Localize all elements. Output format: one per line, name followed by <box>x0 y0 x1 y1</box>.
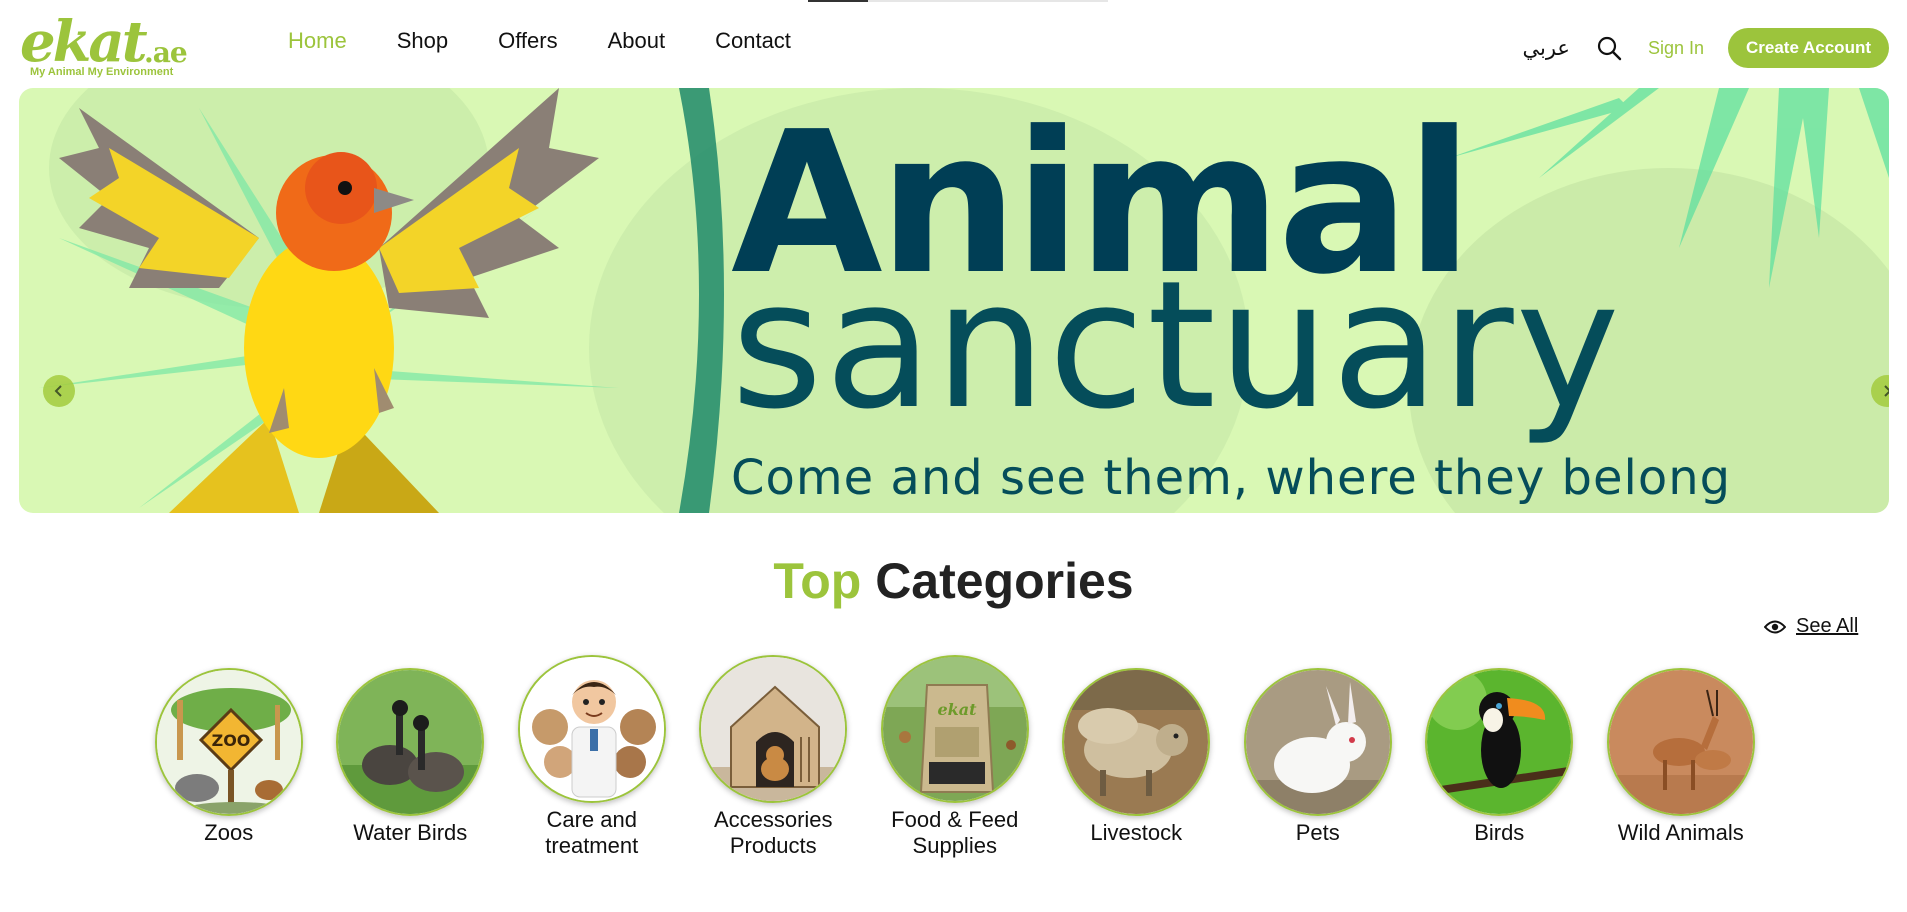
categories-heading-highlight: Top <box>773 553 862 609</box>
chevron-right-icon <box>1884 385 1889 397</box>
category-label: Wild Animals <box>1617 820 1744 845</box>
category-list: ZOO Zoos Water Birds Care and treatment … <box>138 655 1772 859</box>
ekat-logo[interactable]: ekat .ae My Animal My Environment <box>20 14 195 80</box>
nav-offers[interactable]: Offers <box>498 28 558 54</box>
chevron-left-icon <box>54 385 62 397</box>
see-all-label: See All <box>1796 615 1859 637</box>
category-item-care-and-treatment[interactable]: Care and treatment <box>501 655 683 859</box>
nav-shop[interactable]: Shop <box>397 28 448 54</box>
nav-home[interactable]: Home <box>288 28 347 54</box>
svg-text:ZOO: ZOO <box>211 731 250 750</box>
category-image-accessories <box>699 655 848 803</box>
category-item-birds[interactable]: Birds <box>1409 655 1591 859</box>
sign-in-link[interactable]: Sign In <box>1648 38 1704 59</box>
logo-suffix: .ae <box>144 36 188 69</box>
category-item-pets[interactable]: Pets <box>1227 655 1409 859</box>
category-image-food-feed: ekat <box>880 655 1029 803</box>
logo-tagline: My Animal My Environment <box>30 66 174 78</box>
category-image-livestock <box>1062 668 1211 816</box>
banner-subtitle: Come and see them, where they belong <box>731 450 1732 506</box>
language-toggle[interactable]: عربي <box>1522 36 1569 61</box>
category-image-birds <box>1425 668 1574 816</box>
category-item-livestock[interactable]: Livestock <box>1046 655 1228 859</box>
see-all-link[interactable]: See All <box>1764 615 1858 638</box>
category-label: Food & Feed Supplies <box>891 807 1019 858</box>
header-actions: عربي Sign In Create Account <box>1522 28 1889 68</box>
eye-icon <box>1764 620 1786 633</box>
category-image-water-birds <box>336 668 485 816</box>
category-image-care <box>517 655 666 803</box>
category-label: Livestock <box>1090 820 1183 845</box>
nav-about[interactable]: About <box>608 28 666 54</box>
category-image-zoos: ZOO <box>154 668 303 816</box>
categories-heading-rest: Categories <box>875 553 1134 609</box>
category-label: Pets <box>1295 820 1340 845</box>
category-image-wild-animals <box>1606 668 1755 816</box>
category-label: Zoos <box>204 820 254 845</box>
site-header: ekat .ae My Animal My Environment Home S… <box>0 0 1907 88</box>
category-label: Birds <box>1474 820 1525 845</box>
nav-contact[interactable]: Contact <box>715 28 791 54</box>
carousel-prev-button[interactable] <box>43 375 75 407</box>
category-item-water-birds[interactable]: Water Birds <box>320 655 502 859</box>
category-label: Water Birds <box>353 820 468 845</box>
category-image-pets <box>1243 668 1392 816</box>
search-icon[interactable] <box>1596 35 1622 61</box>
category-label: Care and treatment <box>545 807 639 858</box>
hero-banner: Animal sanctuary Come and see them, wher… <box>19 88 1889 513</box>
main-nav: Home Shop Offers About Contact <box>288 28 791 54</box>
banner-title-secondary: sanctuary <box>731 243 1622 448</box>
create-account-button[interactable]: Create Account <box>1727 28 1889 68</box>
category-item-food-feed[interactable]: ekat Food & Feed Supplies <box>864 655 1046 859</box>
categories-heading: Top Categories <box>0 552 1907 610</box>
category-item-wild-animals[interactable]: Wild Animals <box>1590 655 1772 859</box>
category-item-accessories[interactable]: Accessories Products <box>683 655 865 859</box>
logo-word: ekat <box>20 9 148 75</box>
category-item-zoos[interactable]: ZOO Zoos <box>138 655 320 859</box>
category-label: Accessories Products <box>713 807 833 858</box>
svg-text:ekat: ekat <box>937 700 977 719</box>
